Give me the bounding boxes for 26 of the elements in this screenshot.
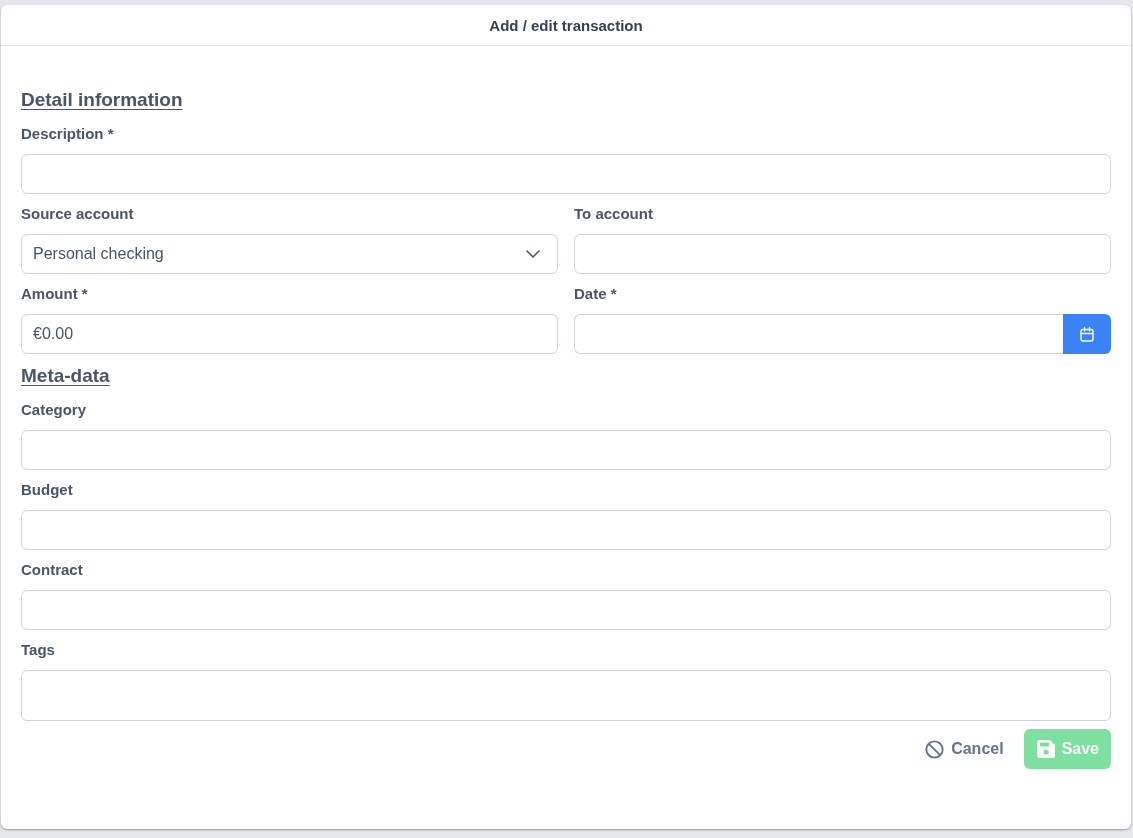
field-label: Amount *: [21, 284, 88, 304]
field-label: Tags: [21, 640, 55, 660]
calendar-icon: [1080, 326, 1094, 342]
section-heading: Meta-data: [21, 364, 110, 388]
field-label: To account: [574, 204, 653, 224]
field-label: Description *: [21, 124, 114, 144]
field-label: Date *: [574, 284, 617, 304]
dialog-title: Add / edit transaction: [489, 16, 643, 34]
input-field[interactable]: [21, 510, 1111, 550]
field-label: Source account: [21, 204, 134, 224]
field-label: Contract: [21, 560, 83, 580]
date-field[interactable]: [574, 314, 1063, 354]
input-field[interactable]: [21, 590, 1111, 630]
input-field[interactable]: €0.00: [21, 314, 558, 354]
chevron-down-icon: [526, 250, 540, 258]
input-field[interactable]: [21, 430, 1111, 470]
field-label: Budget: [21, 480, 73, 500]
input-field[interactable]: [21, 154, 1111, 194]
ban-icon: [925, 739, 945, 759]
cancel-button[interactable]: Cancel: [915, 729, 1014, 769]
field-label: Category: [21, 400, 87, 420]
input-field[interactable]: [574, 234, 1111, 274]
calendar-button[interactable]: [1063, 314, 1111, 354]
tags-field[interactable]: [21, 670, 1111, 721]
section-heading: Detail information: [21, 88, 183, 112]
account-select[interactable]: Personal checking: [21, 234, 558, 274]
